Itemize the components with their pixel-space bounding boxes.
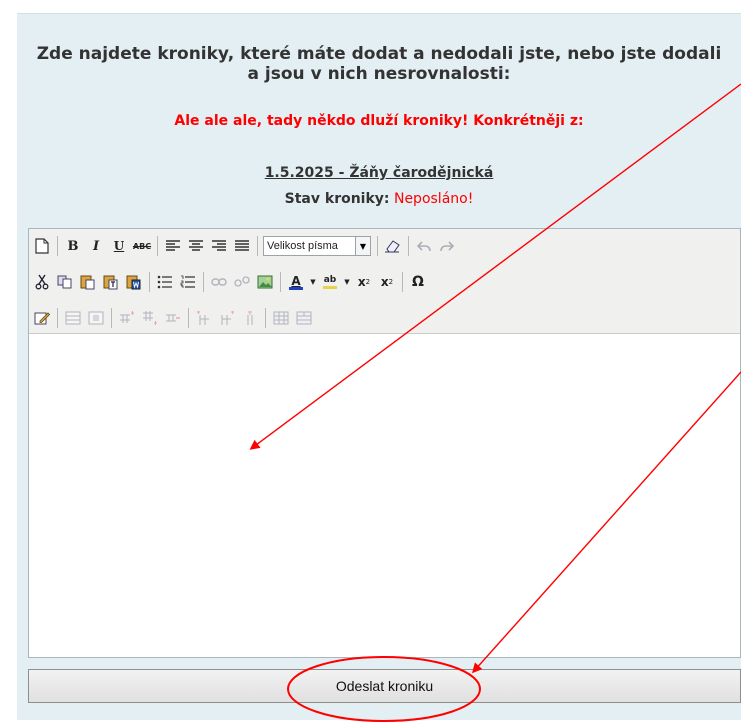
chronicle-status: Stav kroniky: Neposláno! <box>17 191 741 207</box>
strikethrough-icon[interactable]: ABC <box>132 236 152 256</box>
eraser-icon[interactable] <box>383 236 403 256</box>
split-cells-icon[interactable] <box>271 308 291 328</box>
toolbar-separator <box>57 308 58 328</box>
toolbar-separator <box>280 272 281 292</box>
page-heading: Zde najdete kroniky, které máte dodat a … <box>17 44 741 84</box>
cut-icon[interactable] <box>32 272 52 292</box>
link-icon[interactable] <box>209 272 229 292</box>
subscript-icon[interactable]: x2 <box>354 272 374 292</box>
heading-line-1: Zde najdete kroniky, které máte dodat a … <box>36 44 722 64</box>
table-row-props-icon[interactable] <box>63 308 83 328</box>
toolbar-separator <box>149 272 150 292</box>
insert-row-after-icon[interactable] <box>140 308 160 328</box>
italic-icon[interactable]: I <box>86 236 106 256</box>
highlight-color-icon[interactable]: ab <box>320 272 340 292</box>
special-character-icon[interactable]: Ω <box>408 272 428 292</box>
paste-word-icon[interactable] <box>124 272 144 292</box>
chevron-down-icon[interactable]: ▼ <box>343 272 351 292</box>
text-color-icon[interactable]: A <box>286 272 306 292</box>
toolbar-separator <box>203 272 204 292</box>
table-cell-props-icon[interactable] <box>86 308 106 328</box>
chronicle-link[interactable]: 1.5.2025 - Žáňy čarodějnická <box>265 165 494 181</box>
bold-icon[interactable]: B <box>63 236 83 256</box>
insert-row-before-icon[interactable] <box>117 308 137 328</box>
copy-icon[interactable] <box>55 272 75 292</box>
underline-icon[interactable]: U <box>109 236 129 256</box>
toolbar-separator <box>111 308 112 328</box>
image-icon[interactable] <box>255 272 275 292</box>
undo-icon[interactable] <box>414 236 434 256</box>
new-document-icon[interactable] <box>32 236 52 256</box>
font-size-select-label: Velikost písma <box>267 240 338 252</box>
align-left-icon[interactable] <box>163 236 183 256</box>
toolbar-row-3 <box>32 306 317 330</box>
superscript-icon[interactable]: x2 <box>377 272 397 292</box>
numbered-list-icon[interactable] <box>178 272 198 292</box>
paste-text-icon[interactable] <box>101 272 121 292</box>
align-right-icon[interactable] <box>209 236 229 256</box>
insert-col-before-icon[interactable] <box>194 308 214 328</box>
heading-line-2: a jsou v nich nesrovnalosti: <box>247 64 511 84</box>
unlink-icon[interactable] <box>232 272 252 292</box>
chevron-down-icon: ▼ <box>355 237 370 255</box>
editor-toolbar: B I U ABC Velikost písma ▼ A ▼ ab ▼ x 2 … <box>29 229 740 334</box>
delete-col-icon[interactable] <box>240 308 260 328</box>
font-size-select[interactable]: Velikost písma ▼ <box>263 236 371 256</box>
toolbar-separator <box>57 236 58 256</box>
status-value: Neposláno! <box>393 191 474 207</box>
toolbar-row-1: B I U ABC Velikost písma ▼ <box>32 234 460 258</box>
toolbar-separator <box>257 236 258 256</box>
editor-content-area[interactable] <box>29 334 740 657</box>
toolbar-separator <box>265 308 266 328</box>
rich-text-editor: B I U ABC Velikost písma ▼ A ▼ ab ▼ x 2 … <box>28 228 741 658</box>
paste-icon[interactable] <box>78 272 98 292</box>
redo-icon[interactable] <box>437 236 457 256</box>
toolbar-separator <box>188 308 189 328</box>
merge-cells-icon[interactable] <box>294 308 314 328</box>
chevron-down-icon[interactable]: ▼ <box>309 272 317 292</box>
alert-message: Ale ale ale, tady někdo dluží kroniky! K… <box>174 113 584 129</box>
delete-row-icon[interactable] <box>163 308 183 328</box>
status-label: Stav kroniky: <box>284 191 390 207</box>
bulleted-list-icon[interactable] <box>155 272 175 292</box>
chronicle-title: 1.5.2025 - Žáňy čarodějnická <box>17 165 741 181</box>
toolbar-row-2: A ▼ ab ▼ x2 x2 Ω <box>32 270 431 294</box>
submit-chronicle-button[interactable]: Odeslat kroniku <box>28 669 741 703</box>
toolbar-separator <box>408 236 409 256</box>
toolbar-separator <box>157 236 158 256</box>
align-justify-icon[interactable] <box>232 236 252 256</box>
insert-col-after-icon[interactable] <box>217 308 237 328</box>
edit-source-icon[interactable] <box>32 308 52 328</box>
align-center-icon[interactable] <box>186 236 206 256</box>
toolbar-separator <box>402 272 403 292</box>
toolbar-separator <box>377 236 378 256</box>
